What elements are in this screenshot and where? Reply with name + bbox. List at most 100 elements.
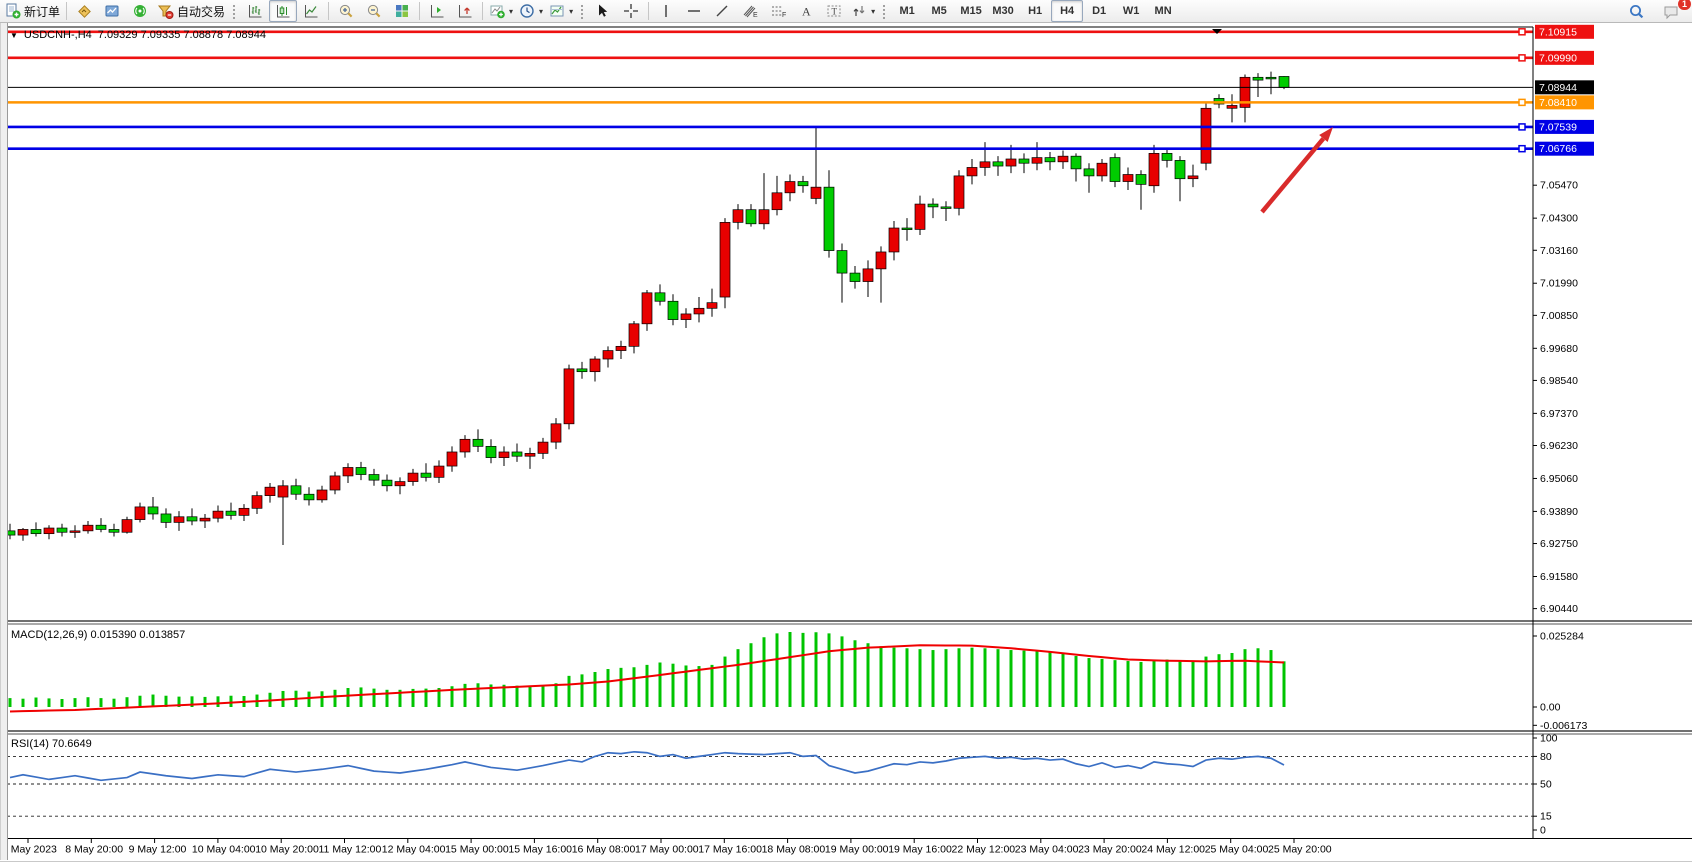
- crosshair-icon: [623, 3, 639, 19]
- svg-text:6.93890: 6.93890: [1540, 506, 1578, 518]
- cursor-tool-button[interactable]: [589, 0, 617, 22]
- zoom-in-button[interactable]: [332, 0, 360, 22]
- trendline-tool-button[interactable]: [708, 0, 736, 22]
- new-order-label: 新订单: [24, 3, 60, 20]
- svg-text:22 May 12:00: 22 May 12:00: [952, 844, 1016, 856]
- svg-text:23 May 20:00: 23 May 20:00: [1078, 844, 1142, 856]
- timeframe-m15-button[interactable]: M15: [955, 0, 987, 22]
- svg-text:F: F: [782, 12, 786, 19]
- timeframe-w1-button[interactable]: W1: [1115, 0, 1147, 22]
- arrows-dropdown-arrow[interactable]: ▾: [871, 7, 875, 16]
- svg-text:7.08410: 7.08410: [1539, 97, 1577, 109]
- auto-scroll-button[interactable]: [451, 0, 479, 22]
- bar-chart-mode-icon: [247, 3, 263, 19]
- auto-trading-button[interactable]: 自动交易: [154, 0, 228, 22]
- svg-text:25 May 20:00: 25 May 20:00: [1268, 844, 1332, 856]
- text-label-tool-button[interactable]: T: [820, 0, 848, 22]
- periods-dropdown-arrow[interactable]: ▾: [539, 7, 543, 16]
- svg-text:19 May 00:00: 19 May 00:00: [825, 844, 889, 856]
- svg-text:7.07539: 7.07539: [1539, 121, 1577, 133]
- svg-text:6.90440: 6.90440: [1540, 603, 1578, 615]
- auto-trading-label: 自动交易: [177, 3, 225, 20]
- text-label-icon: T: [826, 3, 843, 19]
- indicators-dropdown-arrow[interactable]: ▾: [509, 7, 513, 16]
- candlestick-mode-icon: [275, 3, 291, 19]
- search-button[interactable]: [1622, 1, 1650, 23]
- timeframe-h4-button[interactable]: H4: [1051, 0, 1083, 22]
- fibonacci-tool-button[interactable]: F: [764, 0, 792, 22]
- market-watch-button[interactable]: [70, 0, 98, 22]
- zoom-out-button[interactable]: [360, 0, 388, 22]
- svg-text:8 May 20:00: 8 May 20:00: [65, 844, 123, 856]
- svg-text:7.10915: 7.10915: [1539, 26, 1577, 38]
- svg-text:7.08944: 7.08944: [1539, 82, 1577, 94]
- svg-text:E: E: [753, 12, 758, 19]
- new-order-icon: [5, 3, 21, 19]
- timeframe-m1-button[interactable]: M1: [891, 0, 923, 22]
- svg-text:15: 15: [1540, 811, 1552, 823]
- svg-text:6.97370: 6.97370: [1540, 408, 1578, 420]
- periods-button[interactable]: ▾: [516, 0, 546, 22]
- clock-icon: [519, 3, 535, 19]
- vertical-line-tool-button[interactable]: [652, 0, 680, 22]
- signals-icon: [132, 3, 148, 19]
- svg-text:6.95060: 6.95060: [1540, 473, 1578, 485]
- auto-scroll-icon: [457, 3, 473, 19]
- svg-text:7.04300: 7.04300: [1540, 213, 1578, 225]
- svg-text:7.00850: 7.00850: [1540, 310, 1578, 322]
- chart-shift-button[interactable]: [423, 0, 451, 22]
- svg-text:11 May 12:00: 11 May 12:00: [319, 844, 382, 856]
- hline-handle: [1519, 55, 1525, 61]
- svg-text:80: 80: [1540, 751, 1552, 763]
- svg-text:50: 50: [1540, 779, 1552, 791]
- candlestick-mode-button[interactable]: [269, 0, 297, 22]
- hline-handle: [1519, 29, 1525, 35]
- svg-text:17 May 16:00: 17 May 16:00: [698, 844, 762, 856]
- timeframe-d1-button[interactable]: D1: [1083, 0, 1115, 22]
- text-tool-icon: A: [799, 3, 814, 19]
- svg-text:6.91580: 6.91580: [1540, 571, 1578, 583]
- horizontal-line-tool-button[interactable]: [680, 0, 708, 22]
- svg-text:16 May 08:00: 16 May 08:00: [572, 844, 636, 856]
- chart-canvas[interactable]: 7.054707.043007.031607.019907.008506.996…: [0, 23, 1692, 861]
- data-window-button[interactable]: [98, 0, 126, 22]
- svg-text:7.09990: 7.09990: [1539, 52, 1577, 64]
- svg-text:0.025284: 0.025284: [1540, 631, 1584, 643]
- svg-text:15 May 16:00: 15 May 16:00: [508, 844, 572, 856]
- arrows-tool-button[interactable]: ▾: [848, 0, 878, 22]
- fibonacci-icon: F: [770, 3, 787, 19]
- crosshair-tool-button[interactable]: [617, 0, 645, 22]
- svg-text:15 May 00:00: 15 May 00:00: [445, 844, 509, 856]
- svg-text:6.96230: 6.96230: [1540, 440, 1578, 452]
- svg-text:6.98540: 6.98540: [1540, 375, 1578, 387]
- timeframe-m5-button[interactable]: M5: [923, 0, 955, 22]
- signals-button[interactable]: [126, 0, 154, 22]
- timeframe-m30-button[interactable]: M30: [987, 0, 1019, 22]
- chart-shift-icon: [429, 3, 445, 19]
- search-icon: [1628, 3, 1645, 20]
- svg-text:T: T: [831, 7, 837, 17]
- templates-button[interactable]: ▾: [546, 0, 576, 22]
- svg-text:6.92750: 6.92750: [1540, 538, 1578, 550]
- svg-text:100: 100: [1540, 733, 1558, 745]
- indicators-button[interactable]: ▾: [486, 0, 516, 22]
- tile-windows-button[interactable]: [388, 0, 416, 22]
- arrows-tool-icon: [851, 3, 867, 19]
- new-order-button[interactable]: 新订单: [2, 0, 63, 22]
- svg-text:23 May 04:00: 23 May 04:00: [1015, 844, 1079, 856]
- line-chart-mode-icon: [303, 3, 319, 19]
- community-button[interactable]: 1: [1658, 1, 1686, 23]
- svg-text:25 May 04:00: 25 May 04:00: [1205, 844, 1269, 856]
- text-tool-button[interactable]: A: [792, 0, 820, 22]
- line-chart-mode-button[interactable]: [297, 0, 325, 22]
- svg-text:9 May 12:00: 9 May 12:00: [129, 844, 187, 856]
- svg-text:0: 0: [1540, 825, 1546, 837]
- equidistant-channel-tool-button[interactable]: E: [736, 0, 764, 22]
- timeframe-mn-button[interactable]: MN: [1147, 0, 1179, 22]
- bar-chart-mode-button[interactable]: [241, 0, 269, 22]
- svg-text:12 May 04:00: 12 May 04:00: [382, 844, 446, 856]
- templates-dropdown-arrow[interactable]: ▾: [569, 7, 573, 16]
- vertical-line-icon: [659, 3, 673, 19]
- svg-text:7.06766: 7.06766: [1539, 143, 1577, 155]
- timeframe-h1-button[interactable]: H1: [1019, 0, 1051, 22]
